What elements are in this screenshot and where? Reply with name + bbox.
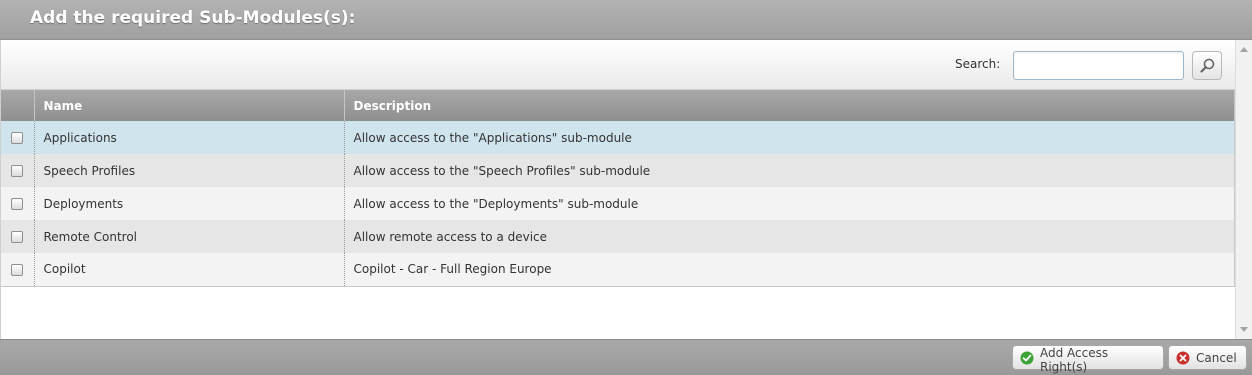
table-row[interactable]: Copilot Copilot - Car - Full Region Euro… bbox=[1, 253, 1235, 286]
row-description: Copilot - Car - Full Region Europe bbox=[344, 253, 1235, 286]
row-checkbox[interactable] bbox=[11, 132, 24, 144]
row-select-cell bbox=[1, 154, 35, 187]
dialog-footer: Add Access Right(s) Cancel bbox=[0, 339, 1252, 375]
select-column-header bbox=[1, 90, 35, 121]
magnifier-icon bbox=[1200, 58, 1215, 73]
search-label: Search: bbox=[955, 57, 1001, 71]
row-select-cell bbox=[1, 187, 35, 220]
row-name: Remote Control bbox=[34, 220, 345, 253]
close-circle-icon bbox=[1176, 351, 1190, 365]
table-row[interactable]: Remote Control Allow remote access to a … bbox=[1, 220, 1235, 253]
cancel-button[interactable]: Cancel bbox=[1168, 345, 1247, 370]
dialog-header: Add the required Sub-Modules(s): bbox=[0, 0, 1252, 40]
row-description: Allow access to the "Speech Profiles" su… bbox=[344, 154, 1235, 187]
check-circle-icon bbox=[1020, 351, 1034, 365]
search-toolbar: Search: bbox=[1, 40, 1236, 90]
row-name: Copilot bbox=[34, 253, 345, 286]
vertical-scrollbar[interactable] bbox=[1235, 40, 1252, 339]
cancel-label: Cancel bbox=[1196, 350, 1237, 365]
scroll-down-arrow-icon[interactable] bbox=[1240, 327, 1248, 332]
submodules-table: Name Description Applications Allow acce… bbox=[1, 90, 1235, 287]
search-input[interactable] bbox=[1013, 51, 1184, 80]
dialog-title: Add the required Sub-Modules(s): bbox=[30, 8, 356, 28]
add-access-rights-label: Add Access Right(s) bbox=[1040, 346, 1109, 374]
table-header-row: Name Description bbox=[1, 90, 1235, 121]
description-column-header[interactable]: Description bbox=[344, 90, 1235, 121]
row-name: Applications bbox=[34, 121, 345, 154]
add-access-rights-button[interactable]: Add Access Right(s) bbox=[1012, 345, 1164, 374]
table-row[interactable]: Applications Allow access to the "Applic… bbox=[1, 121, 1235, 154]
row-description: Allow remote access to a device bbox=[344, 220, 1235, 253]
row-description: Allow access to the "Applications" sub-m… bbox=[344, 121, 1235, 154]
search-button[interactable] bbox=[1192, 51, 1222, 80]
name-column-header[interactable]: Name bbox=[34, 90, 345, 121]
row-select-cell bbox=[1, 253, 35, 286]
row-checkbox[interactable] bbox=[11, 231, 24, 243]
row-name: Deployments bbox=[34, 187, 345, 220]
scroll-up-arrow-icon[interactable] bbox=[1240, 47, 1248, 52]
row-select-cell bbox=[1, 121, 35, 154]
row-checkbox[interactable] bbox=[11, 263, 24, 276]
row-checkbox[interactable] bbox=[11, 198, 24, 210]
table-row[interactable]: Speech Profiles Allow access to the "Spe… bbox=[1, 154, 1235, 187]
table-row[interactable]: Deployments Allow access to the "Deploym… bbox=[1, 187, 1235, 220]
dialog-content: Search: Name Description Applications Al… bbox=[0, 40, 1236, 339]
row-checkbox[interactable] bbox=[11, 165, 24, 177]
row-description: Allow access to the "Deployments" sub-mo… bbox=[344, 187, 1235, 220]
row-name: Speech Profiles bbox=[34, 154, 345, 187]
row-select-cell bbox=[1, 220, 35, 253]
